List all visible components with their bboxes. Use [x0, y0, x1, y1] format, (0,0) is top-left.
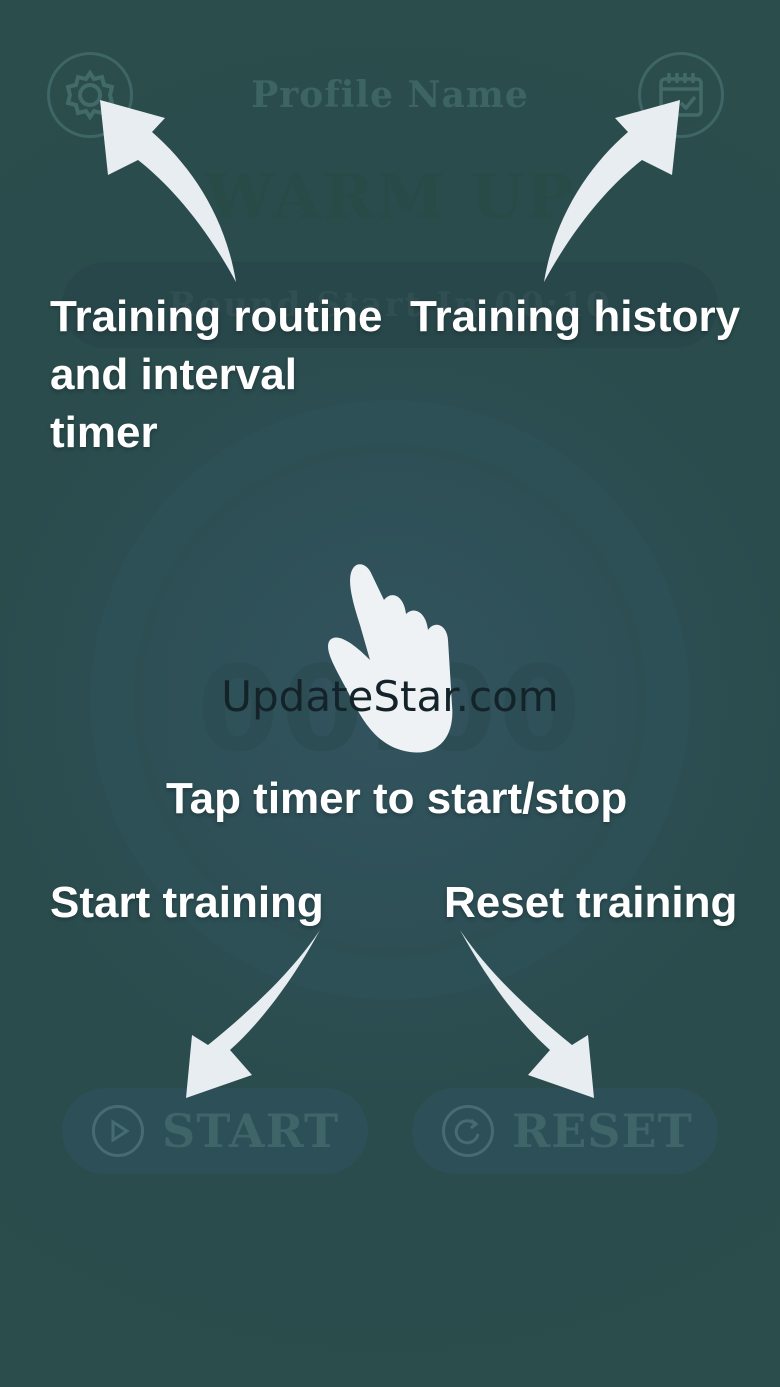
arrow-to-history: [544, 100, 680, 282]
history-hint: Training history: [410, 292, 741, 341]
reset-training-hint: Reset training: [444, 878, 738, 927]
tap-hand-icon: [328, 564, 453, 753]
routine-hint: Training routine and interval timer: [50, 288, 382, 462]
routine-hint-line-3: timer: [50, 408, 158, 457]
arrow-to-reset: [460, 930, 594, 1098]
tap-timer-hint: Tap timer to start/stop: [166, 774, 628, 823]
arrow-to-settings: [100, 100, 236, 282]
arrow-to-start: [186, 930, 320, 1098]
routine-hint-line-2: and interval: [50, 350, 297, 399]
start-training-hint: Start training: [50, 878, 324, 927]
routine-hint-line-1: Training routine: [50, 292, 383, 341]
app-screen: Profile Name WARM UP Round Start In 00:1…: [0, 0, 780, 1387]
watermark: UpdateStar.com: [221, 672, 559, 721]
